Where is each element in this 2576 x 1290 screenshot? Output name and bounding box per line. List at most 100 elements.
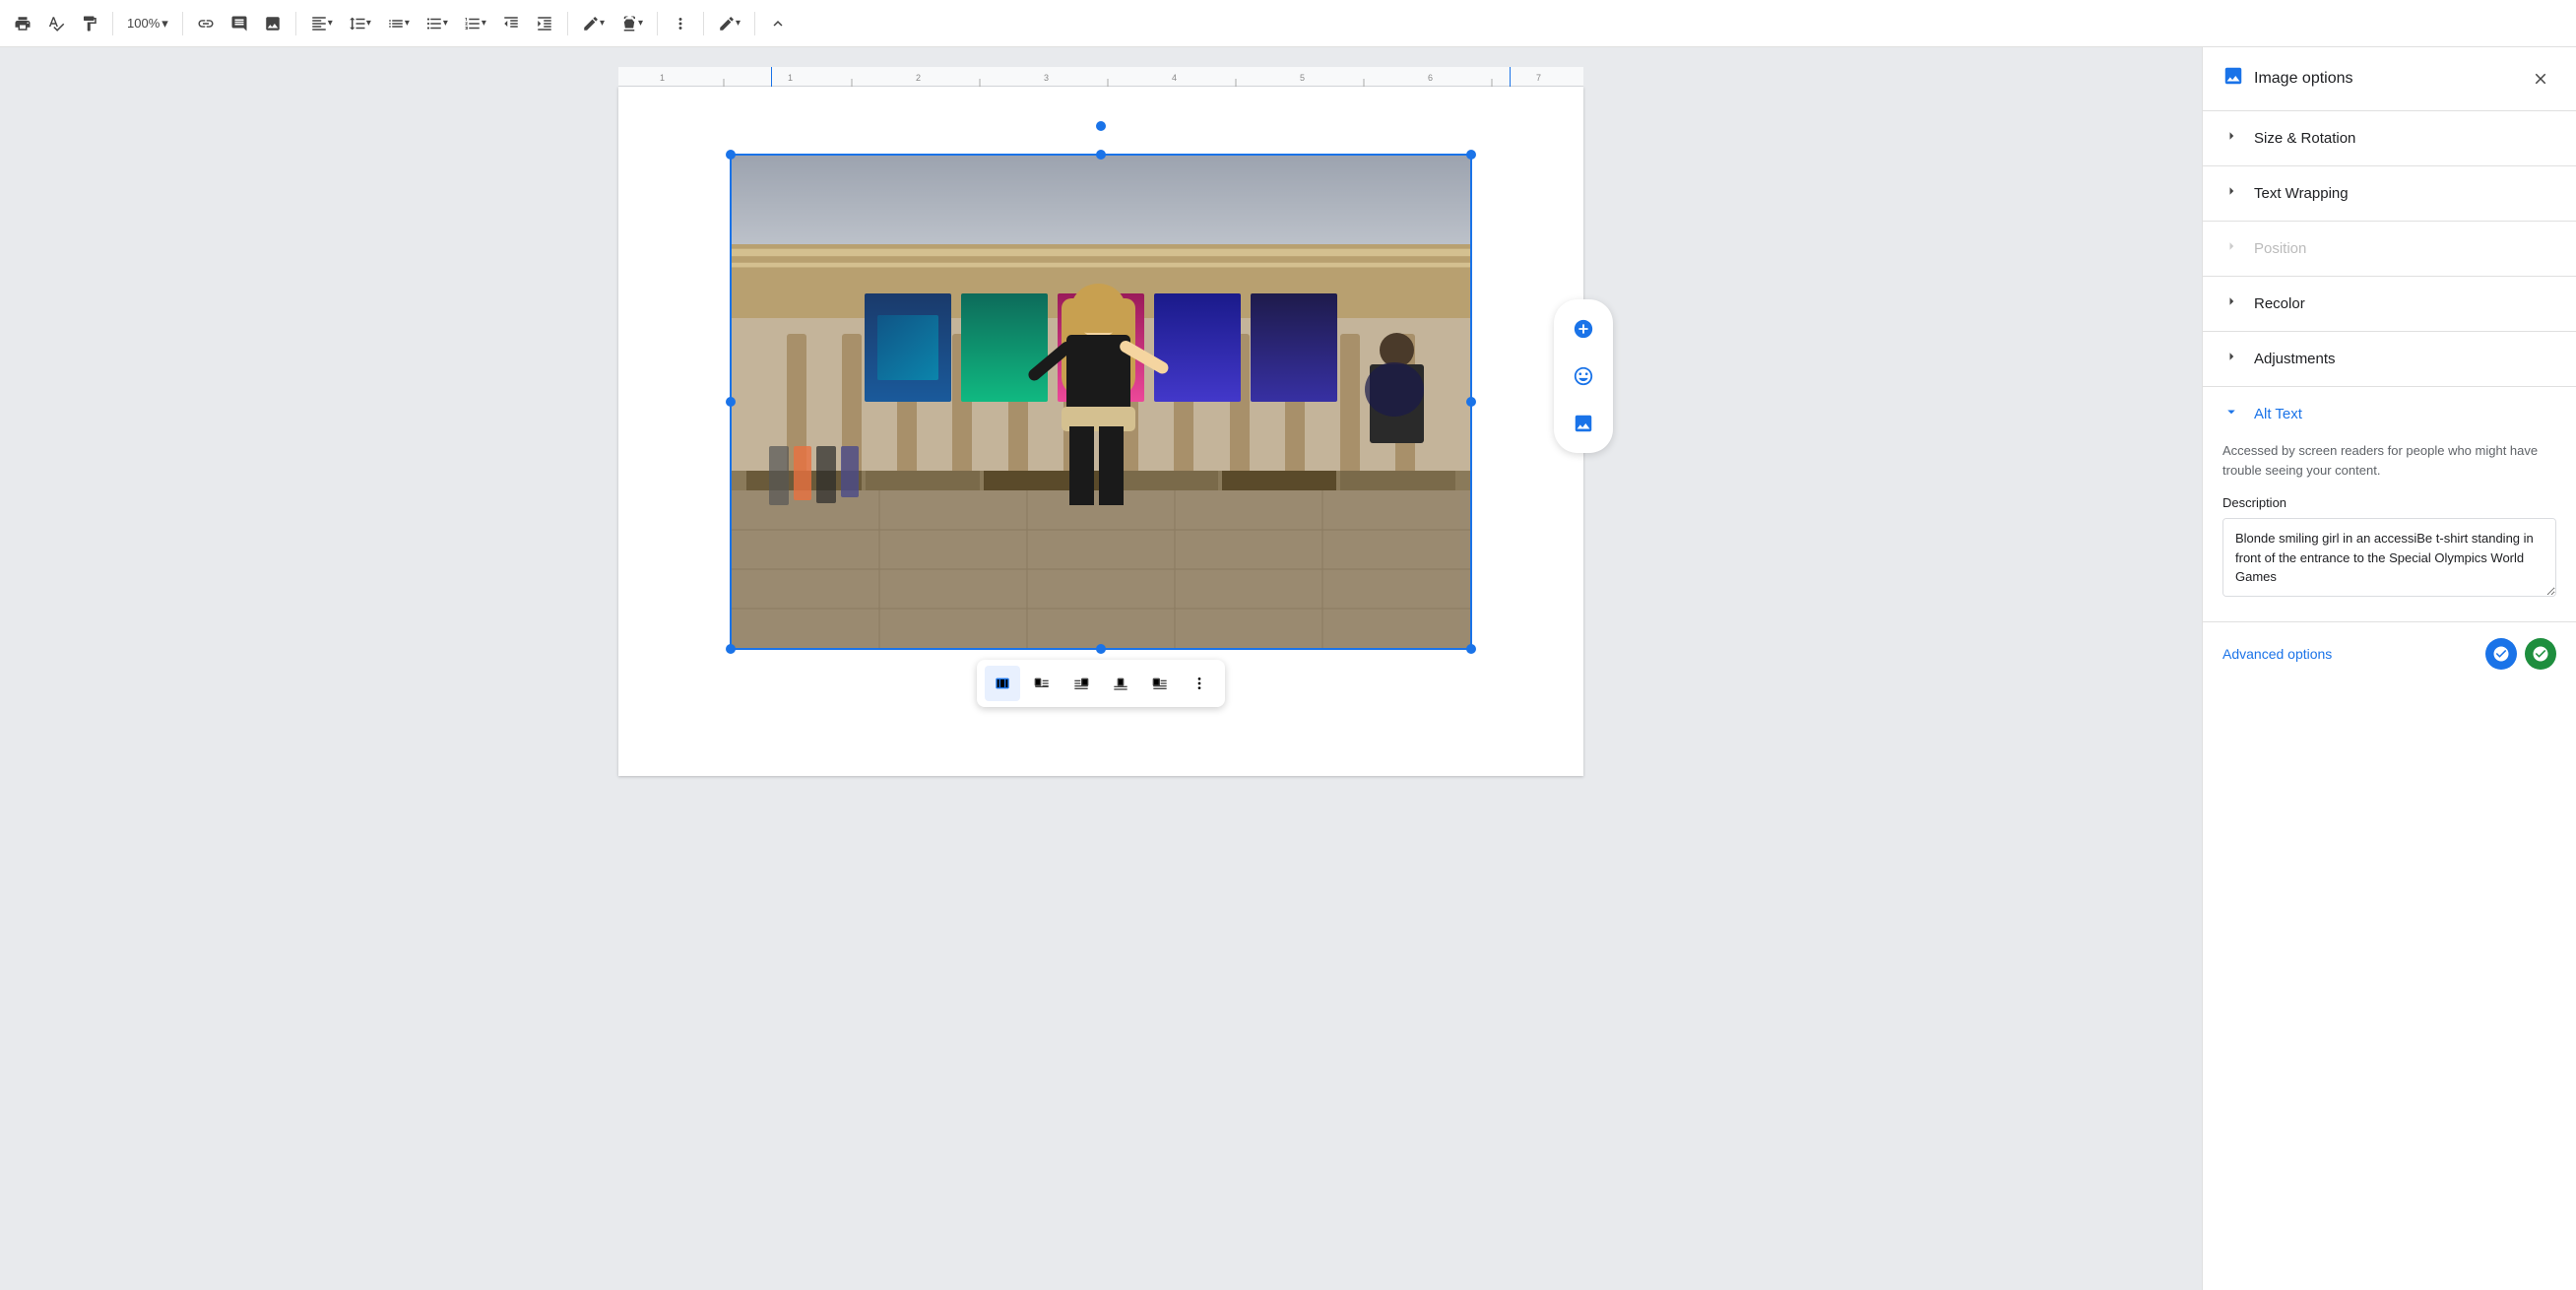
panel-close-button[interactable] [2525, 63, 2556, 95]
recolor-chevron [2222, 292, 2242, 315]
highlight-button[interactable]: ▾ [614, 8, 649, 39]
divider-4 [567, 12, 568, 35]
text-wrapping-header[interactable]: Text Wrapping [2203, 166, 2576, 221]
size-rotation-title: Size & Rotation [2254, 130, 2355, 147]
handle-middle-right[interactable] [1466, 397, 1476, 407]
size-rotation-header[interactable]: Size & Rotation [2203, 111, 2576, 165]
divider-1 [112, 12, 113, 35]
handle-bottom-center[interactable] [1096, 644, 1106, 654]
side-toolbar [1554, 299, 1613, 453]
handle-top-right[interactable] [1466, 150, 1476, 160]
pen-color-button[interactable]: ▾ [576, 8, 611, 39]
document-area: 1 1 2 3 4 5 6 7 [0, 47, 2202, 1290]
align-button[interactable]: ▾ [304, 8, 339, 39]
numbered-list-button[interactable]: ▾ [458, 8, 492, 39]
description-label: Description [2222, 495, 2556, 510]
svg-text:4: 4 [1172, 73, 1177, 83]
image-button[interactable] [258, 8, 288, 39]
ruler: 1 1 2 3 4 5 6 7 [618, 67, 1583, 87]
right-panel: Image options Size & Rotation [2202, 47, 2576, 1290]
panel-title-text: Image options [2254, 70, 2353, 88]
divider-5 [657, 12, 658, 35]
text-wrapping-chevron [2222, 182, 2242, 205]
svg-text:7: 7 [1536, 73, 1541, 83]
inline-button[interactable] [985, 666, 1020, 701]
advanced-options-link[interactable]: Advanced options [2222, 646, 2332, 662]
adjustments-header[interactable]: Adjustments [2203, 332, 2576, 386]
float-more-button[interactable] [1182, 666, 1217, 701]
paint-format-button[interactable] [75, 8, 104, 39]
pen-tool-button[interactable]: ▾ [712, 8, 746, 39]
alt-text-section: Alt Text Accessed by screen readers for … [2203, 387, 2576, 622]
divider-3 [295, 12, 296, 35]
svg-text:1: 1 [788, 73, 793, 83]
handle-rotate[interactable] [1096, 121, 1106, 131]
advanced-options: Advanced options [2203, 622, 2576, 685]
recolor-section: Recolor [2203, 277, 2576, 332]
svg-text:6: 6 [1428, 73, 1433, 83]
selected-image[interactable] [732, 156, 1470, 648]
image-caption-button[interactable] [1562, 402, 1605, 445]
description-textarea[interactable] [2222, 518, 2556, 597]
divider-2 [182, 12, 183, 35]
handle-bottom-right[interactable] [1466, 644, 1476, 654]
alt-text-chevron [2222, 403, 2242, 425]
divider-7 [754, 12, 755, 35]
svg-text:1: 1 [660, 73, 665, 83]
panel-title-icon [2222, 65, 2244, 93]
size-rotation-chevron [2222, 127, 2242, 150]
emoji-button[interactable] [1562, 355, 1605, 398]
panel-bottom-icons [2485, 638, 2556, 670]
image-container [658, 156, 1544, 707]
panel-header: Image options [2203, 47, 2576, 111]
indent-more-button[interactable] [530, 8, 559, 39]
main-area: 1 1 2 3 4 5 6 7 [0, 47, 2576, 1290]
handle-top-center[interactable] [1096, 150, 1106, 160]
adjustments-title: Adjustments [2254, 351, 2336, 367]
alt-text-content: Accessed by screen readers for people wh… [2203, 441, 2576, 621]
svg-text:3: 3 [1044, 73, 1049, 83]
float-toolbar [977, 660, 1225, 707]
add-button[interactable] [1562, 307, 1605, 351]
print-button[interactable] [8, 8, 37, 39]
position-section: Position [2203, 222, 2576, 277]
alt-text-header[interactable]: Alt Text [2203, 387, 2576, 441]
link-button[interactable] [191, 8, 221, 39]
panel-title: Image options [2222, 65, 2353, 93]
adjustments-section: Adjustments [2203, 332, 2576, 387]
handle-top-left[interactable] [726, 150, 736, 160]
adjustments-chevron [2222, 348, 2242, 370]
main-toolbar: 100% ▾ ▾ ▾ ▾ ▾ ▾ ▾ ▾ [0, 0, 2576, 47]
break-text-button[interactable] [1103, 666, 1138, 701]
alt-text-helper: Accessed by screen readers for people wh… [2222, 441, 2556, 480]
handle-bottom-left[interactable] [726, 644, 736, 654]
recolor-title: Recolor [2254, 295, 2305, 312]
stadium-image [732, 156, 1470, 648]
position-chevron [2222, 237, 2242, 260]
document-page [618, 87, 1583, 776]
zoom-selector[interactable]: 100% ▾ [121, 8, 174, 39]
handle-middle-left[interactable] [726, 397, 736, 407]
checklist-button[interactable]: ▾ [381, 8, 416, 39]
indent-less-button[interactable] [496, 8, 526, 39]
position-title: Position [2254, 240, 2306, 257]
size-rotation-section: Size & Rotation [2203, 111, 2576, 166]
svg-text:2: 2 [916, 73, 921, 83]
bullet-list-button[interactable]: ▾ [419, 8, 454, 39]
line-spacing-button[interactable]: ▾ [343, 8, 377, 39]
break-text-right-button[interactable] [1142, 666, 1178, 701]
comment-button[interactable] [225, 8, 254, 39]
spell-check-button[interactable] [41, 8, 71, 39]
svg-text:5: 5 [1300, 73, 1305, 83]
check-icon [2525, 638, 2556, 670]
text-wrapping-section: Text Wrapping [2203, 166, 2576, 222]
recolor-header[interactable]: Recolor [2203, 277, 2576, 331]
text-wrapping-title: Text Wrapping [2254, 185, 2349, 202]
wrap-text-button[interactable] [1024, 666, 1060, 701]
break-text-left-button[interactable] [1063, 666, 1099, 701]
position-header[interactable]: Position [2203, 222, 2576, 276]
more-button[interactable] [666, 8, 695, 39]
divider-6 [703, 12, 704, 35]
collapse-button[interactable] [763, 8, 793, 39]
alt-text-title: Alt Text [2254, 406, 2302, 422]
